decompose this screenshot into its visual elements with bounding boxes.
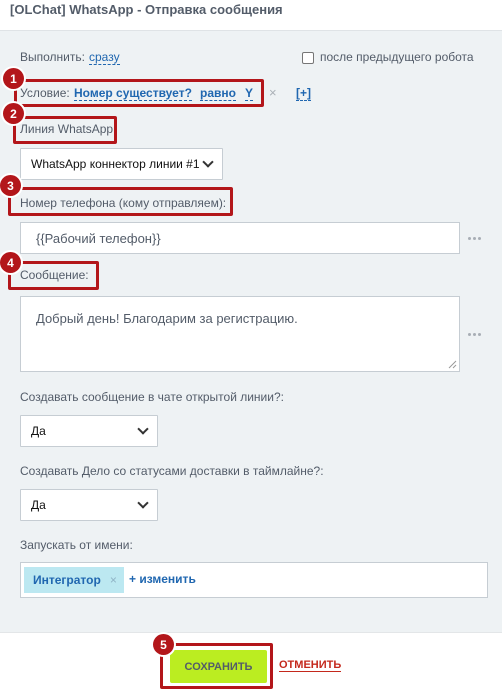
phone-more-icon[interactable]	[468, 237, 481, 240]
user-tag-label: Интегратор	[33, 573, 101, 587]
window-titlebar: [OLChat] WhatsApp - Отправка сообщения	[0, 0, 502, 30]
run-as-label: Запускать от имени:	[20, 538, 133, 552]
marker-box-5	[160, 643, 273, 689]
marker-number-4: 4	[0, 252, 21, 273]
cancel-button[interactable]: ОТМЕНИТЬ	[279, 659, 342, 672]
chevron-down-icon	[137, 497, 149, 509]
marker-box-3	[8, 187, 233, 216]
message-more-icon[interactable]	[468, 333, 481, 336]
marker-box-1	[14, 79, 264, 107]
message-textarea-value: Добрый день! Благодарим за регистрацию.	[36, 311, 298, 326]
execute-label: Выполнить:	[20, 50, 85, 64]
message-textarea[interactable]: Добрый день! Благодарим за регистрацию.	[20, 296, 460, 372]
chevron-down-icon	[137, 423, 149, 435]
create-in-chat-label: Создавать сообщение в чате открытой лини…	[20, 390, 284, 404]
create-in-chat-select[interactable]: Да	[20, 415, 158, 447]
marker-box-4	[8, 261, 99, 290]
change-user-link[interactable]: + изменить	[129, 572, 196, 586]
resize-handle-icon[interactable]	[448, 360, 457, 369]
marker-box-2	[13, 116, 117, 144]
marker-number-3: 3	[0, 175, 21, 196]
create-activity-label: Создавать Дело со статусами доставки в т…	[20, 464, 324, 478]
user-tag: Интегратор ×	[24, 567, 124, 593]
phone-input[interactable]: {{Рабочий телефон}}	[20, 222, 460, 254]
create-activity-select[interactable]: Да	[20, 489, 158, 521]
line-select-value: WhatsApp коннектор линии #1	[31, 157, 200, 171]
create-in-chat-value: Да	[31, 424, 46, 438]
marker-number-1: 1	[3, 68, 24, 89]
chevron-down-icon	[202, 156, 214, 168]
create-activity-value: Да	[31, 498, 46, 512]
after-previous-checkbox[interactable]	[302, 52, 314, 64]
line-select[interactable]: WhatsApp коннектор линии #1	[20, 148, 223, 180]
execute-value-link[interactable]: сразу	[89, 50, 120, 65]
phone-input-value: {{Рабочий телефон}}	[36, 230, 161, 246]
condition-add-link[interactable]: [+]	[296, 86, 311, 101]
condition-remove-icon[interactable]: ×	[269, 85, 277, 100]
window-title: [OLChat] WhatsApp - Отправка сообщения	[10, 2, 283, 17]
after-previous-label: после предыдущего робота	[320, 50, 474, 64]
marker-number-2: 2	[3, 103, 24, 124]
marker-number-5: 5	[153, 634, 174, 655]
user-tag-remove-icon[interactable]: ×	[110, 573, 117, 587]
